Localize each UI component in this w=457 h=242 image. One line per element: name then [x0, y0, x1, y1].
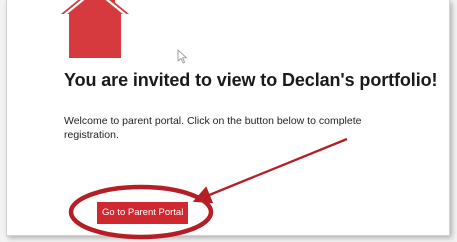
mouse-pointer-icon: [177, 49, 187, 64]
invitation-heading: You are invited to view to Declan's port…: [64, 70, 438, 90]
go-to-parent-portal-button[interactable]: Go to Parent Portal: [97, 202, 189, 224]
invitation-card: You are invited to view to Declan's port…: [6, 0, 450, 236]
house-icon: [61, 0, 129, 58]
welcome-message: Welcome to parent portal. Click on the b…: [64, 115, 362, 141]
screenshot-stage: You are invited to view to Declan's port…: [0, 0, 457, 242]
